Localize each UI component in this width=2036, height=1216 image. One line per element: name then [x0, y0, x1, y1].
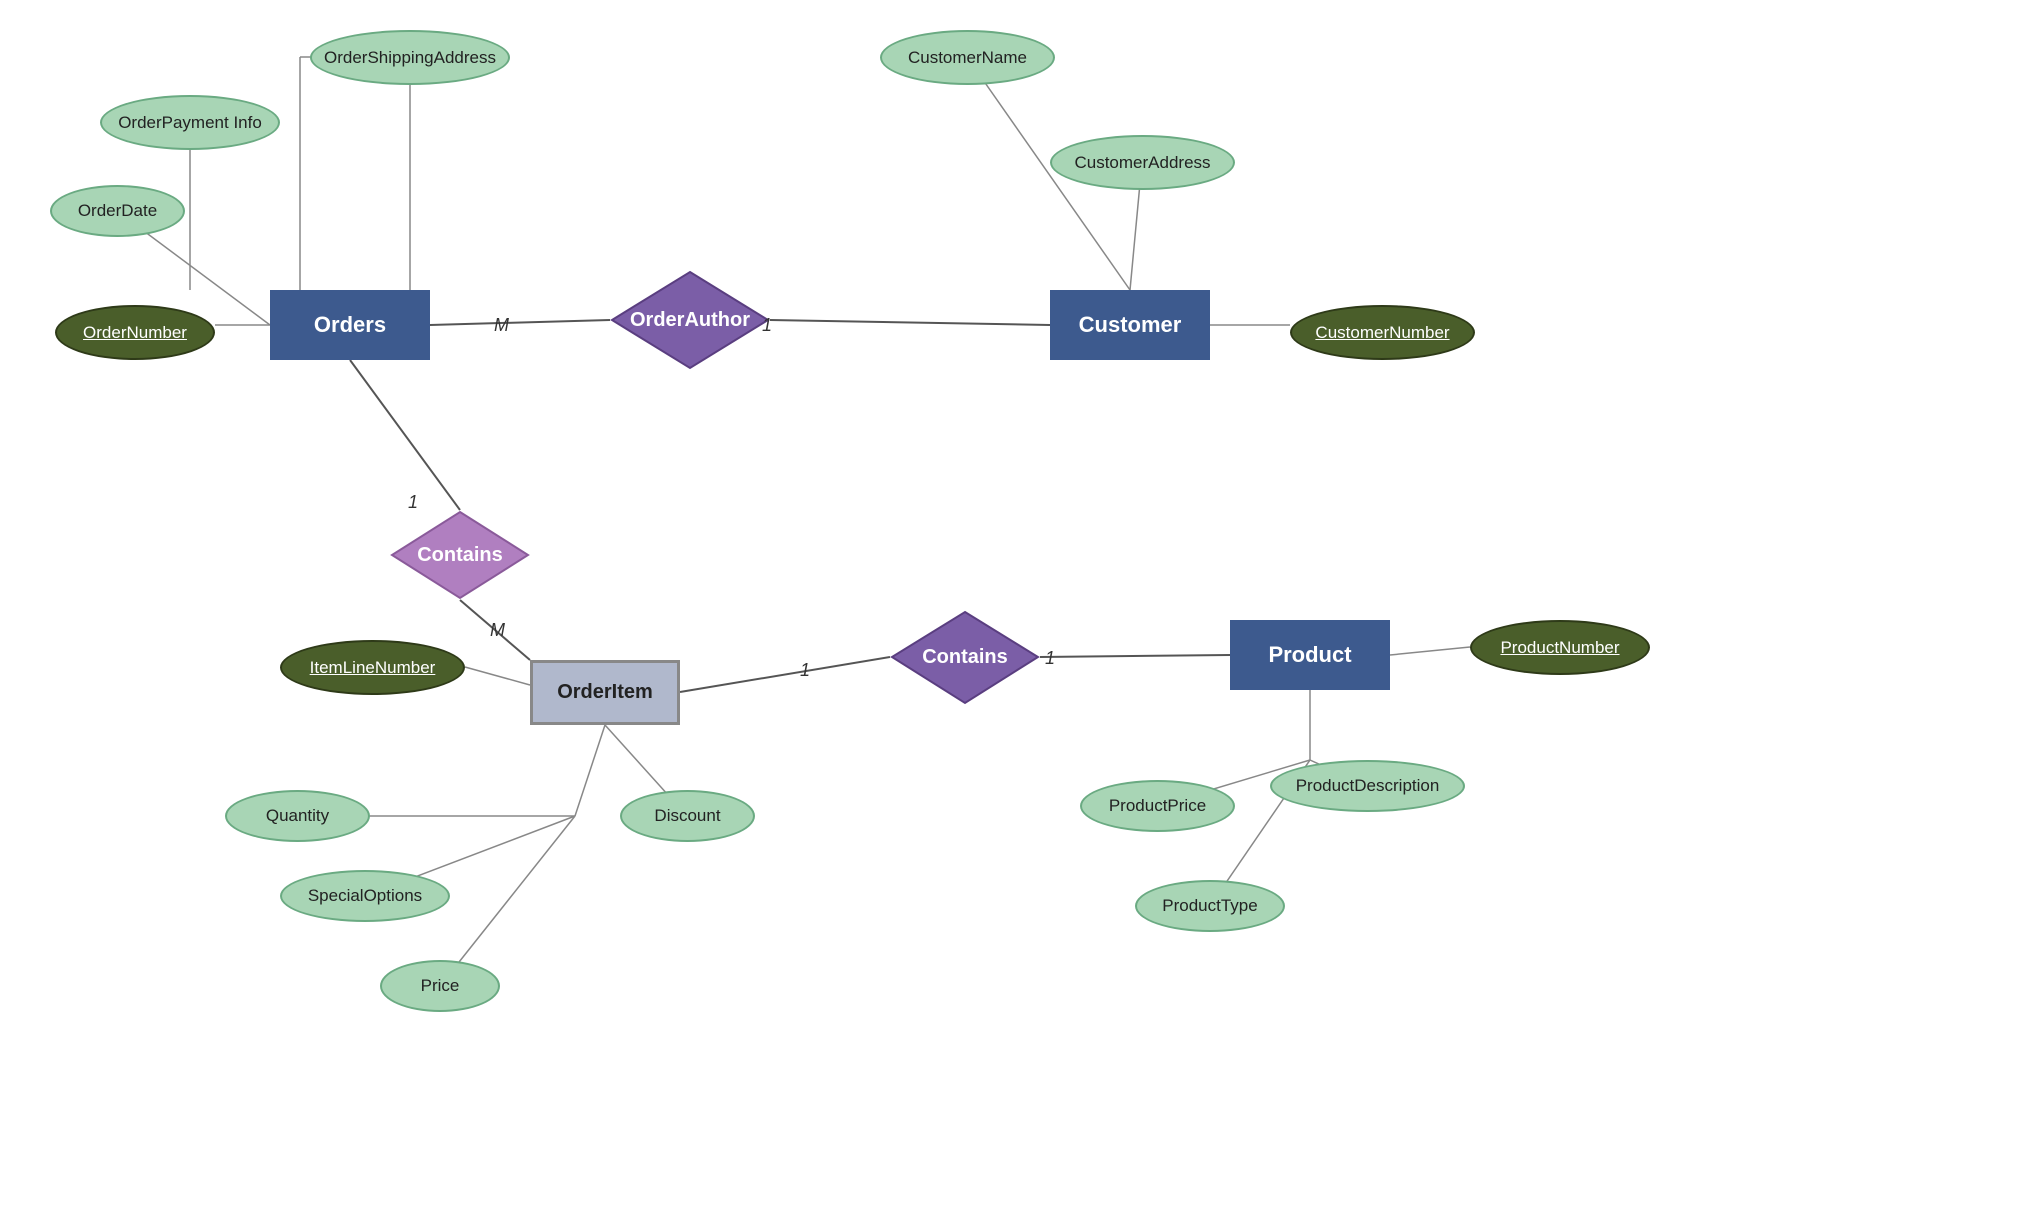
relationship-contains1: Contains: [390, 510, 530, 600]
attr-orderpaymentinfo: OrderPayment Info: [100, 95, 280, 150]
entity-customer: Customer: [1050, 290, 1210, 360]
relationship-contains2: Contains: [890, 610, 1040, 705]
attr-orderdate: OrderDate: [50, 185, 185, 237]
attr-productprice: ProductPrice: [1080, 780, 1235, 832]
attr-price: Price: [380, 960, 500, 1012]
attr-quantity: Quantity: [225, 790, 370, 842]
attr-ordernumber: OrderNumber: [55, 305, 215, 360]
cardinality-1c: 1: [800, 660, 810, 681]
cardinality-1a: 1: [762, 315, 772, 336]
attr-ordershippingaddress: OrderShippingAddress: [310, 30, 510, 85]
cardinality-1b: 1: [408, 492, 418, 513]
cardinality-m1: M: [494, 315, 509, 336]
entity-orderitem: OrderItem: [530, 660, 680, 725]
attr-customernumber: CustomerNumber: [1290, 305, 1475, 360]
attr-customeraddress: CustomerAddress: [1050, 135, 1235, 190]
cardinality-mb: M: [490, 620, 505, 641]
attr-itemlinenumber: ItemLineNumber: [280, 640, 465, 695]
attr-customername: CustomerName: [880, 30, 1055, 85]
relationship-orderauthor: OrderAuthor: [610, 270, 770, 370]
attr-productnumber: ProductNumber: [1470, 620, 1650, 675]
entity-product: Product: [1230, 620, 1390, 690]
attr-productdescription: ProductDescription: [1270, 760, 1465, 812]
attr-specialoptions: SpecialOptions: [280, 870, 450, 922]
attr-producttype: ProductType: [1135, 880, 1285, 932]
er-diagram: Orders Customer OrderItem Product OrderA…: [0, 0, 2036, 1216]
cardinality-1d: 1: [1045, 648, 1055, 669]
attr-discount: Discount: [620, 790, 755, 842]
entity-orders: Orders: [270, 290, 430, 360]
